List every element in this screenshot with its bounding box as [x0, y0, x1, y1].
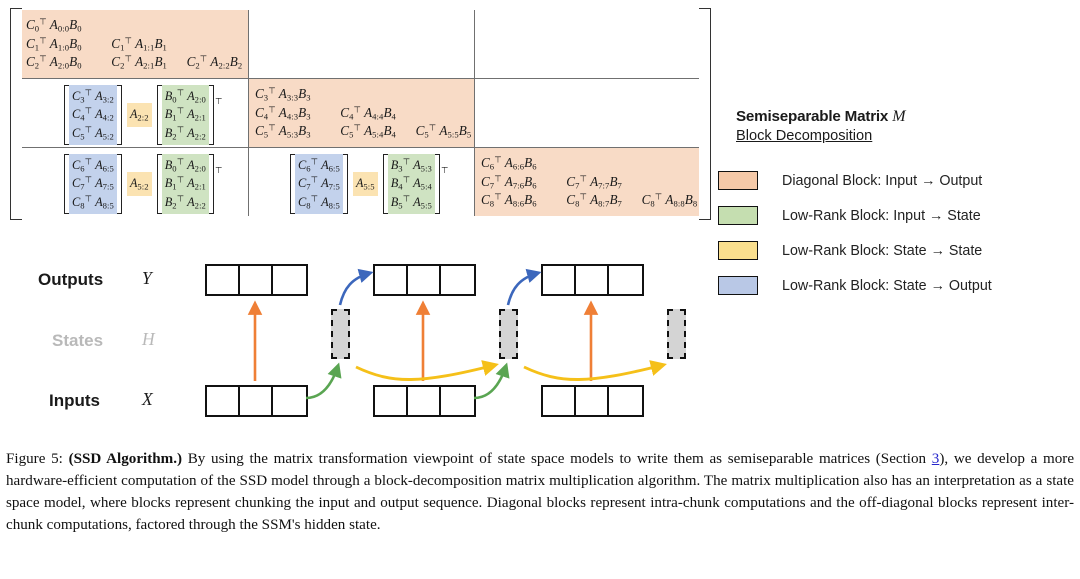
semiseparable-matrix: C0⊤ A0:0B0 C1⊤ A1:0B0 C1⊤ A1:1B1 C2⊤ A2:… — [10, 8, 711, 220]
state-to-output-arrows — [338, 268, 542, 306]
input-to-output-arrows — [247, 300, 599, 381]
legend-label: Low-Rank Block: State → Output — [782, 277, 992, 294]
c-factor-bracket: C3⊤ A3:2 C4⊤ A4:2 C5⊤ A5:2 — [64, 85, 122, 145]
legend-title-symbol: M — [892, 108, 906, 125]
legend-label: Low-Rank Block: State → State — [782, 242, 983, 259]
matrix-row: C0⊤ A0:0B0 — [26, 17, 82, 34]
swatch-state-state-icon — [718, 241, 758, 260]
b-factor-stack: B0⊤ A2:0 B1⊤ A2:1 B2⊤ A2:2 — [161, 85, 209, 145]
c-factor-stack: C6⊤ A6:5 C7⊤ A7:5 C8⊤ A8:5 — [69, 154, 117, 214]
legend-title: Semiseparable Matrix M — [736, 108, 1074, 126]
a-transition-term: A5:5 — [352, 172, 378, 196]
swatch-input-state-icon — [718, 206, 758, 225]
matrix-row: C4⊤ A4:3B3 C4⊤ A4:4B4 — [255, 104, 396, 122]
a-transition-term: A2:2 — [126, 103, 152, 127]
swatch-diagonal-icon — [718, 171, 758, 190]
lowrank-block-1-0: C3⊤ A3:2 C4⊤ A4:2 C5⊤ A5:2 A2:2 B0⊤ A2:0… — [64, 85, 223, 145]
matrix-right-bracket — [699, 8, 711, 220]
matrix-row: C8⊤ A8:6B6 C8⊤ A8:7B7 C8⊤ A8:8B8 — [481, 192, 698, 209]
legend-item-state-to-output: Low-Rank Block: State → Output — [718, 268, 1074, 303]
lowrank-block-2-0: C6⊤ A6:5 C7⊤ A7:5 C8⊤ A8:5 A5:2 B0⊤ A2:0… — [64, 154, 223, 214]
figure-ssd-algorithm: C0⊤ A0:0B0 C1⊤ A1:0B0 C1⊤ A1:1B1 C2⊤ A2:… — [0, 0, 1080, 579]
caption-body-1: By using the matrix transformation viewp… — [182, 451, 932, 467]
diagram-arrows — [247, 268, 667, 400]
legend-rows: Diagonal Block: Input → Output Low-Rank … — [718, 163, 1074, 303]
matrix-row: C6⊤ A6:6B6 — [481, 155, 537, 172]
c-factor-bracket: C6⊤ A6:5 C7⊤ A7:5 C8⊤ A8:5 — [64, 154, 122, 214]
matrix-row: C5⊤ A5:3B3 C5⊤ A5:4B4 C5⊤ A5:5B5 — [255, 123, 472, 140]
legend-title-text: Semiseparable Matrix — [736, 108, 889, 125]
transpose-mark: ⊤ — [214, 96, 223, 106]
transpose-mark: ⊤ — [440, 165, 449, 175]
b-factor-stack: B3⊤ A5:3 B4⊤ A5:4 B5⊤ A5:5 — [387, 154, 435, 214]
figure-number: Figure 5: — [6, 451, 63, 467]
b-factor-stack: B0⊤ A2:0 B1⊤ A2:1 B2⊤ A2:2 — [161, 154, 209, 214]
legend-item-diagonal: Diagonal Block: Input → Output — [718, 163, 1074, 198]
c-factor-stack: C6⊤ A6:5 C7⊤ A7:5 C8⊤ A8:5 — [295, 154, 343, 214]
legend-item-state-to-state: Low-Rank Block: State → State — [718, 233, 1074, 268]
b-factor-bracket: B3⊤ A5:3 B4⊤ A5:4 B5⊤ A5:5 — [383, 154, 440, 214]
matrix-row: C2⊤ A2:0B0 C2⊤ A2:1B1 C2⊤ A2:2B2 — [26, 54, 243, 71]
legend-item-input-to-state: Low-Rank Block: Input → State — [718, 198, 1074, 233]
c-factor-stack: C3⊤ A3:2 C4⊤ A4:2 C5⊤ A5:2 — [69, 85, 117, 145]
lowrank-block-2-1: C6⊤ A6:5 C7⊤ A7:5 C8⊤ A8:5 A5:5 B3⊤ A5:3… — [290, 154, 449, 214]
transpose-mark: ⊤ — [214, 165, 223, 175]
diagonal-block-0-0: C0⊤ A0:0B0 C1⊤ A1:0B0 C1⊤ A1:1B1 C2⊤ A2:… — [22, 10, 248, 78]
figure-caption: Figure 5: (SSD Algorithm.) By using the … — [6, 448, 1074, 536]
legend-label: Low-Rank Block: Input → State — [782, 207, 981, 224]
swatch-state-output-icon — [718, 276, 758, 295]
c-factor-bracket: C6⊤ A6:5 C7⊤ A7:5 C8⊤ A8:5 — [290, 154, 348, 214]
matrix-row: C7⊤ A7:6B6 C7⊤ A7:7B7 — [481, 173, 622, 191]
b-factor-bracket: B0⊤ A2:0 B1⊤ A2:1 B2⊤ A2:2 — [157, 154, 214, 214]
a-transition-term: A5:2 — [126, 172, 152, 196]
ssd-dataflow-diagram: Outputs Y States H Inputs X — [0, 248, 720, 438]
matrix-grid: C0⊤ A0:0B0 C1⊤ A1:0B0 C1⊤ A1:1B1 C2⊤ A2:… — [22, 10, 699, 216]
matrix-left-bracket — [10, 8, 22, 220]
b-factor-bracket: B0⊤ A2:0 B1⊤ A2:1 B2⊤ A2:2 — [157, 85, 214, 145]
figure-bold-title: (SSD Algorithm.) — [68, 451, 183, 467]
legend-subtitle: Block Decomposition — [736, 128, 873, 144]
matrix-row: C3⊤ A3:3B3 — [255, 86, 311, 103]
diagonal-block-1-1: C3⊤ A3:3B3 C4⊤ A4:3B3 C4⊤ A4:4B4 C5⊤ A5:… — [249, 79, 474, 147]
matrix-row: C1⊤ A1:0B0 C1⊤ A1:1B1 — [26, 35, 167, 53]
diagonal-block-2-2: C6⊤ A6:6B6 C7⊤ A7:6B6 C7⊤ A7:7B7 C8⊤ A8:… — [475, 148, 699, 216]
state-to-state-arrows — [355, 360, 667, 381]
legend: Semiseparable Matrix M Block Decompositi… — [718, 108, 1074, 303]
legend-label: Diagonal Block: Input → Output — [782, 172, 983, 189]
